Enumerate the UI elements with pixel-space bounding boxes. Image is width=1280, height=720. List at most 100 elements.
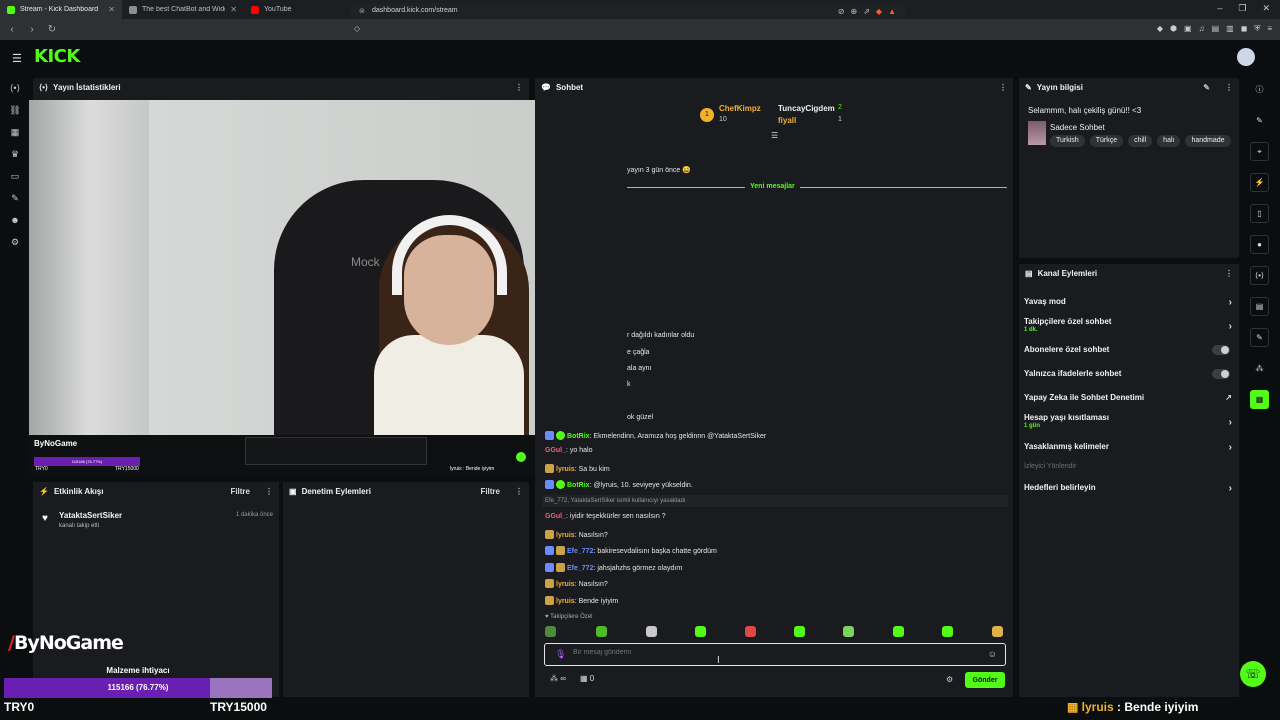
community-icon[interactable]: ☻ [6,215,24,229]
chat-username[interactable]: GGul_ [545,513,566,520]
chat-message[interactable]: GGul_: yo halo [545,447,592,454]
info-icon[interactable]: ⓘ [1250,80,1269,99]
emote-icon[interactable] [596,626,607,637]
support-icon[interactable]: ☏ [1240,661,1266,687]
emote-icon[interactable] [545,626,556,637]
chat-username[interactable]: lyruis [556,581,575,588]
chat-settings-icon[interactable]: ⚙ [946,675,953,684]
tools-icon[interactable]: ✎ [6,193,24,207]
tag[interactable]: Türkçe [1089,135,1124,147]
chat-message[interactable]: lyruis: Bende iyiyim [545,596,618,605]
chat-username[interactable]: Efe_772 [567,548,593,555]
emote-icon[interactable] [942,626,953,637]
account-age-action[interactable]: Hesap yaşı kısıtlaması 1 gün › [1024,413,1234,429]
url-field[interactable]: ⊜ dashboard.kick.com/stream ⊘ ⊕ ⇗ ◆ ▲ [350,3,906,18]
eye-off-icon[interactable]: ⊘ [838,7,845,16]
emote-icon[interactable] [695,626,706,637]
browser-tab-chatbot[interactable]: The best ChatBot and Widgets fo ✕ [122,0,244,19]
emoji-picker-icon[interactable]: ☺ [988,649,997,659]
chat-username[interactable]: lyruis [556,532,575,539]
chat-input-box[interactable]: 🎙 ☺ [544,643,1006,666]
chat-bubble-icon[interactable]: ● [1250,235,1269,254]
microphone-icon[interactable]: 🎙 [555,649,566,660]
followers-chat-action[interactable]: Takipçilere özel sohbet 1 dk. › [1024,317,1234,333]
slow-mode-action[interactable]: Yavaş mod › [1024,297,1234,308]
set-goals-action[interactable]: Hedefleri belirleyin › [1024,483,1234,494]
split-icon[interactable]: ▤ [1212,24,1220,34]
bolt-icon[interactable]: ⚡ [1250,173,1269,192]
points-indicator[interactable]: ▦ 0 [580,674,594,683]
media-icon[interactable]: ♫ [1199,24,1205,34]
focus-icon[interactable]: ⌖ [1250,142,1269,161]
minimize-icon[interactable]: – [1217,3,1222,14]
more-options-icon[interactable]: ⋮ [999,83,1007,92]
brave-shield-icon[interactable]: ◆ [876,7,882,16]
clipboard-icon[interactable]: ▯ [1250,204,1269,223]
emote-icon[interactable] [794,626,805,637]
pinned-toggle-icon[interactable]: ☰ [771,131,778,140]
emote-icon[interactable] [843,626,854,637]
chat-message[interactable]: lyruis: Nasılsın? [545,579,608,588]
ai-moderation-action[interactable]: Yapay Zeka ile Sohbet Denetimi ↗ [1024,393,1234,402]
chat-message[interactable]: lyruis: Sa bu kim [545,464,610,473]
chat-username[interactable]: lyruis [556,598,575,605]
send-button[interactable]: Gönder [965,672,1005,688]
tag[interactable]: halı [1157,135,1181,147]
storage-icon[interactable]: ▤ [1250,297,1269,316]
chat-username[interactable]: Efe_772 [567,565,593,572]
activity-user[interactable]: YataktaSertSiker [59,511,122,520]
users-icon[interactable]: ⁂ [1250,359,1269,378]
chat-username[interactable]: GGul_ [545,447,566,454]
stream-icon[interactable]: ⟨•⟩ [6,83,24,97]
chat-message[interactable]: lyruis: Nasılsın? [545,530,608,539]
extension-2-icon[interactable]: ⬢ [1170,24,1177,34]
more-options-icon[interactable]: ⋮ [515,487,523,496]
top-chatter-2[interactable]: TuncayCigdem [778,104,835,113]
chat-message[interactable]: Efe_772: jahsjahzhs görmez olaydım [545,563,682,572]
more-options-icon[interactable]: ⋮ [1225,83,1233,92]
chat-message-input[interactable] [573,649,973,656]
top-chatter-1[interactable]: ChefKimpz [719,104,761,113]
share-icon[interactable]: ⇗ [863,7,870,16]
close-tab-icon[interactable]: ✕ [230,5,237,14]
emote-chat-action[interactable]: Yalnızca ifadelerle sohbet [1024,369,1234,379]
media-icon[interactable]: ▭ [6,171,24,185]
more-options-icon[interactable]: ⋮ [515,83,523,92]
rewards-icon[interactable]: ▲ [888,7,896,16]
emote-icon[interactable] [992,626,1003,637]
close-window-icon[interactable]: ✕ [1262,3,1270,14]
zoom-icon[interactable]: ⊕ [851,7,858,16]
link-icon[interactable]: ⛓ [6,105,24,119]
filter-button[interactable]: Filtre [480,487,500,496]
extension-3-icon[interactable]: ▣ [1184,24,1192,34]
chat-message[interactable]: BotRix: Ekmelendinn, Aramıza hoş geldinn… [545,431,766,440]
more-options-icon[interactable]: ⋮ [1225,269,1233,278]
user-avatar[interactable] [1237,48,1255,66]
pencil-icon[interactable]: ✎ [1250,111,1269,130]
settings-icon[interactable]: ⚙ [6,237,24,251]
subs-chat-action[interactable]: Abonelere özel sohbet [1024,345,1234,355]
chat-message[interactable]: BotRix: @lyruis, 10. seviyeye yükseldin. [545,480,693,489]
chat-message[interactable]: GGul_: iyidir teşekkürler sen nasılsın ? [545,513,666,520]
tag[interactable]: chill [1128,135,1153,147]
chat-username[interactable]: BotRix [567,433,590,440]
chat-username[interactable]: lyruis [556,466,575,473]
chat-message[interactable]: Efe_772: bakiresevdalisını başka chatte … [545,546,717,555]
emote-icon[interactable] [745,626,756,637]
subs-chat-toggle[interactable] [1212,345,1230,355]
analytics-icon[interactable]: ▦ [6,127,24,141]
reload-icon[interactable]: ↻ [46,24,58,35]
emote-icon[interactable] [646,626,657,637]
banned-words-action[interactable]: Yasaklanmış kelimeler › [1024,442,1234,453]
filter-button[interactable]: Filtre [230,487,250,496]
emote-icon[interactable] [893,626,904,637]
site-info-icon[interactable]: ⊜ [359,7,365,15]
forward-icon[interactable]: › [26,24,38,35]
hamburger-menu-icon[interactable]: ☰ [12,52,22,65]
sidebar-icon[interactable]: ▥ [1226,24,1234,34]
wrench-icon[interactable]: ✎ [1250,328,1269,347]
chat-username[interactable]: BotRix [567,482,590,489]
browser-tab-kick[interactable]: Stream - Kick Dashboard ✕ [0,0,122,19]
viewers-indicator[interactable]: ⁂ ∞ [550,674,566,683]
back-icon[interactable]: ‹ [6,24,18,35]
